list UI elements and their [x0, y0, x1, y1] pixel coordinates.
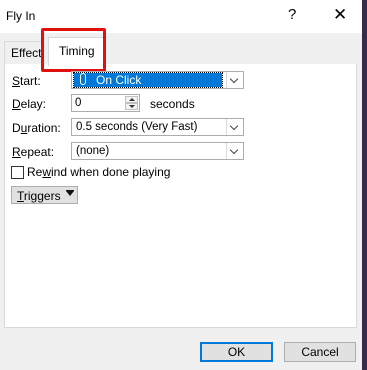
chevron-down-icon	[229, 121, 239, 131]
triggers-label: Triggers	[17, 189, 61, 203]
cancel-button[interactable]: Cancel	[284, 342, 356, 362]
chevron-down-icon	[229, 145, 239, 155]
duration-label: Duration:	[12, 121, 61, 135]
duration-value: 0.5 seconds (Very Fast)	[76, 121, 198, 133]
dialog-title: Fly In	[6, 9, 36, 23]
tab-effect[interactable]: Effect	[4, 41, 44, 64]
delay-label: Delay:	[12, 97, 47, 111]
arrow-down-icon	[129, 105, 135, 108]
triggers-arrow	[66, 191, 74, 196]
timing-tab-highlight	[41, 28, 106, 72]
rewind-label: Rewind when done playing	[27, 165, 171, 179]
rewind-checkbox[interactable]	[11, 166, 24, 179]
duration-dropdown-button[interactable]	[226, 119, 243, 135]
start-value: On Click	[96, 73, 142, 87]
repeat-dropdown-button[interactable]	[226, 143, 243, 159]
help-button[interactable]: ?	[288, 6, 296, 23]
tab-effect-label: Effect	[11, 46, 42, 60]
close-button[interactable]: ✕	[333, 5, 347, 25]
ok-button[interactable]: OK	[200, 342, 273, 362]
start-label: Start:	[12, 74, 41, 88]
delay-unit: seconds	[150, 97, 195, 111]
chevron-down-icon	[229, 74, 239, 84]
triggers-button[interactable]: Triggers	[11, 186, 78, 204]
delay-down-arrow[interactable]	[125, 103, 138, 110]
background-slide-strip	[362, 0, 367, 370]
repeat-label: Repeat:	[12, 145, 55, 159]
mouse-click-icon	[80, 73, 86, 85]
repeat-dropdown[interactable]: (none)	[71, 142, 244, 160]
repeat-value: (none)	[76, 145, 110, 157]
start-dropdown-button[interactable]	[226, 72, 243, 88]
arrow-up-icon	[129, 98, 135, 101]
start-selection: On Click	[73, 72, 223, 88]
start-dropdown[interactable]: On Click	[71, 71, 244, 89]
duration-dropdown[interactable]: 0.5 seconds (Very Fast)	[71, 118, 244, 136]
delay-up-arrow[interactable]	[125, 96, 138, 103]
delay-value: 0	[75, 97, 82, 109]
delay-spinner[interactable]: 0	[71, 94, 140, 112]
